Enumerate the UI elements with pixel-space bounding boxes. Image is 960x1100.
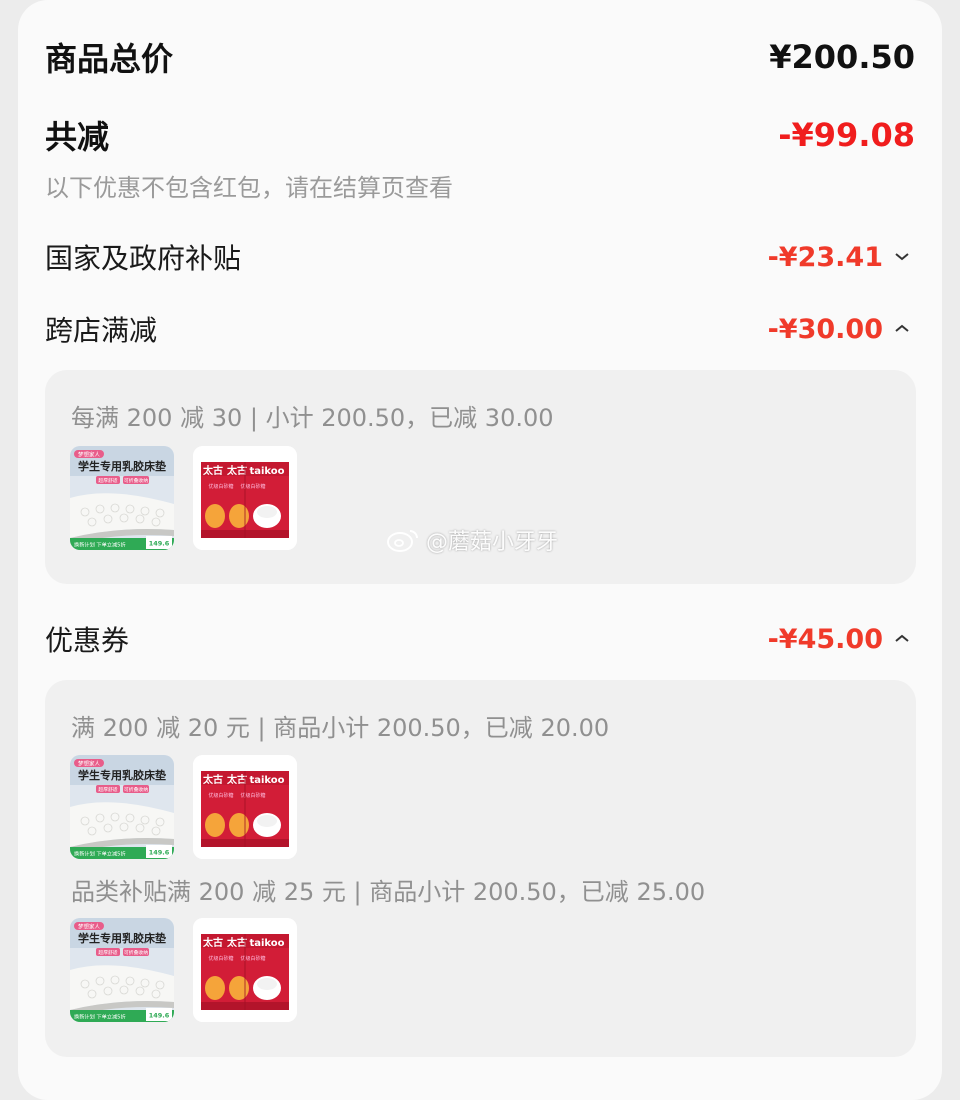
sugar-brand-en: taikoo: [249, 466, 284, 477]
product-thumb-mattress[interactable]: 梦想家人 学生专用乳胶床垫 超厚舒适 可折叠收纳 换新计划 下单立减5折 149…: [70, 918, 174, 1022]
reduce-row: 共减 -¥99.08: [45, 110, 915, 160]
mattress-price: 149.6: [149, 1012, 170, 1020]
discount-value: -¥45.00: [767, 623, 883, 655]
mattress-price: 149.6: [149, 540, 170, 548]
mattress-title: 学生专用乳胶床垫: [78, 931, 166, 945]
mattress-badge: 梦想家人: [78, 760, 101, 768]
mattress-badge: 梦想家人: [78, 451, 101, 459]
sugar-sub: 优级白砂糖: [240, 483, 265, 490]
total-row: 商品总价 ¥200.50: [45, 32, 915, 82]
weibo-icon: [387, 530, 418, 552]
mattress-tag: 超厚舒适: [98, 949, 117, 956]
reduce-value: -¥99.08: [778, 116, 915, 154]
sugar-brand: 太古: [226, 464, 247, 477]
discount-label: 优惠券: [45, 624, 130, 657]
sugar-brand: 太古: [202, 773, 223, 786]
mattress-tag: 可折叠收纳: [124, 949, 148, 956]
product-thumb-sugar[interactable]: 太古 太古 taikoo 优级白砂糖 优级白砂糖: [193, 918, 297, 1022]
cross-store-rule: 每满 200 减 30 | 小计 200.50，已减 30.00: [71, 404, 554, 432]
mattress-tag: 可折叠收纳: [124, 477, 148, 484]
discount-label: 国家及政府补贴: [45, 242, 242, 275]
total-label: 商品总价: [45, 40, 174, 78]
chevron-down-icon[interactable]: [889, 244, 915, 270]
sugar-sub: 优级白砂糖: [208, 792, 233, 799]
sugar-sub: 优级白砂糖: [240, 792, 265, 799]
sugar-sub: 优级白砂糖: [240, 955, 265, 962]
coupon-rule: 品类补贴满 200 减 25 元 | 商品小计 200.50，已减 25.00: [71, 878, 706, 906]
sugar-sub: 优级白砂糖: [208, 955, 233, 962]
coupon-rule: 满 200 减 20 元 | 商品小计 200.50，已减 20.00: [71, 714, 610, 742]
mattress-tag: 可折叠收纳: [124, 786, 148, 793]
sugar-brand: 太古: [202, 936, 223, 949]
product-thumb-sugar[interactable]: 太古 太古 taikoo 优级白砂糖 优级白砂糖: [193, 446, 297, 550]
discount-row-cross-store[interactable]: 跨店满减 -¥30.00: [45, 306, 915, 352]
sugar-brand-en: taikoo: [249, 775, 284, 786]
product-thumb-sugar[interactable]: 太古 太古 taikoo 优级白砂糖 优级白砂糖: [193, 755, 297, 859]
discount-value: -¥23.41: [767, 241, 883, 273]
discount-row-subsidy[interactable]: 国家及政府补贴 -¥23.41: [45, 234, 915, 280]
sugar-brand: 太古: [226, 936, 247, 949]
coupon-panel: 满 200 减 20 元 | 商品小计 200.50，已减 20.00 梦想家人…: [45, 680, 916, 1057]
mattress-tag: 超厚舒适: [98, 477, 117, 484]
sugar-brand: 太古: [202, 464, 223, 477]
sugar-brand: 太古: [226, 773, 247, 786]
sugar-sub: 优级白砂糖: [208, 483, 233, 490]
mattress-footer: 换新计划 下单立减5折: [74, 850, 126, 858]
mattress-tag: 超厚舒适: [98, 786, 117, 793]
chevron-up-icon[interactable]: [889, 316, 915, 342]
product-thumb-mattress[interactable]: 梦想家人 学生专用乳胶床垫 超厚舒适 可折叠收纳 换新计划 下单立减5折 149…: [70, 755, 174, 859]
mattress-title: 学生专用乳胶床垫: [78, 768, 166, 782]
discount-row-coupon[interactable]: 优惠券 -¥45.00: [45, 616, 915, 662]
mattress-price: 149.6: [149, 849, 170, 857]
discount-value: -¥30.00: [767, 313, 883, 345]
reduce-label: 共减: [45, 118, 110, 156]
sugar-brand-en: taikoo: [249, 938, 284, 949]
watermark: @蘑菇小牙牙: [386, 524, 558, 556]
discount-label: 跨店满减: [45, 314, 158, 347]
discount-note: 以下优惠不包含红包，请在结算页查看: [45, 174, 453, 202]
chevron-up-icon[interactable]: [889, 626, 915, 652]
mattress-footer: 换新计划 下单立减5折: [74, 1013, 126, 1021]
mattress-title: 学生专用乳胶床垫: [78, 459, 166, 473]
mattress-footer: 换新计划 下单立减5折: [74, 541, 126, 549]
product-thumb-mattress[interactable]: 梦想家人 学生专用乳胶床垫 超厚舒适 可折叠收纳 换新计划 下单立减5折 149…: [70, 446, 174, 550]
total-value: ¥200.50: [769, 38, 915, 76]
watermark-text: @蘑菇小牙牙: [426, 530, 559, 555]
mattress-badge: 梦想家人: [78, 923, 101, 931]
